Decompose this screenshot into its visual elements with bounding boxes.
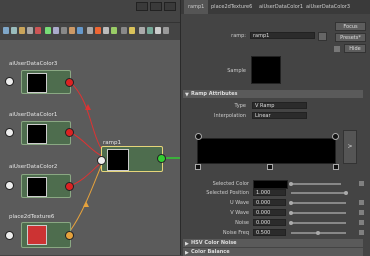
noise-slider[interactable] xyxy=(291,222,346,224)
slider-knob[interactable] xyxy=(316,231,320,235)
sample-swatch xyxy=(251,56,281,84)
attribute-editor: ramp1 place2dTexture6 aiUserDataColor1 a… xyxy=(181,0,370,256)
input-port[interactable] xyxy=(5,77,14,86)
output-port[interactable] xyxy=(65,128,74,137)
ramp-name-label: ramp: xyxy=(231,33,246,39)
map-button-icon[interactable] xyxy=(359,210,364,215)
map-button-icon[interactable] xyxy=(359,181,364,186)
node-label-udc2: aiUserDataColor2 xyxy=(9,164,58,170)
hide-button[interactable]: Hide xyxy=(344,44,366,53)
node-aiuserdatacolor3[interactable] xyxy=(21,70,71,94)
ramp-marker-mid[interactable] xyxy=(267,164,273,170)
node-label-udc3: aiUserDataColor3 xyxy=(9,61,58,67)
type-label: Type xyxy=(234,103,246,109)
node-ramp-swatch-icon xyxy=(107,149,129,171)
tab-ramp1[interactable]: ramp1 xyxy=(184,0,209,14)
noise-label: Noise xyxy=(235,220,249,226)
slider-knob[interactable] xyxy=(289,182,293,186)
v-wave-field[interactable]: 0.000 xyxy=(253,209,286,216)
node-ramp1[interactable] xyxy=(101,146,163,172)
noise-freq-field[interactable]: 0.500 xyxy=(253,229,286,236)
node-editor-panel[interactable]: aiUserDataColor3 aiUserDataColor1 aiUser… xyxy=(0,0,181,255)
noise-freq-label: Noise Freq xyxy=(222,230,249,236)
slider-knob[interactable] xyxy=(289,221,293,225)
slider-knob[interactable] xyxy=(289,201,293,205)
output-port[interactable] xyxy=(65,182,74,191)
ramp-handle-top-left[interactable] xyxy=(195,133,202,140)
output-port[interactable] xyxy=(65,231,74,240)
ramp-gradient[interactable] xyxy=(197,138,336,164)
input-port[interactable] xyxy=(97,156,106,165)
interpolation-dropdown[interactable]: Linear xyxy=(252,112,307,119)
selected-color-slider[interactable] xyxy=(291,183,341,185)
node-texture-icon xyxy=(27,225,47,245)
tab-aiuserdatacolor1[interactable]: aiUserDataColor1 xyxy=(259,0,303,14)
node-aiuserdatacolor2[interactable] xyxy=(21,174,71,198)
tab-aiuserdatacolor3[interactable]: aiUserDataColor3 xyxy=(306,0,350,14)
ramp-name-field[interactable]: ramp1 xyxy=(250,32,315,39)
type-dropdown[interactable]: V Ramp xyxy=(252,102,307,109)
map-button-icon[interactable] xyxy=(359,200,364,205)
collapse-arrow-icon: ▶ xyxy=(185,241,189,247)
output-connection-icon[interactable] xyxy=(318,32,327,41)
output-port[interactable] xyxy=(157,154,166,163)
input-port[interactable] xyxy=(5,128,14,137)
selected-position-field[interactable]: 1.000 xyxy=(253,189,286,196)
interpolation-label: Interpolation xyxy=(214,113,246,119)
u-wave-field[interactable]: 0.000 xyxy=(253,199,286,206)
selected-position-label: Selected Position xyxy=(206,190,249,196)
selected-color-swatch[interactable] xyxy=(253,180,288,189)
sample-label: Sample xyxy=(227,68,246,74)
output-port[interactable] xyxy=(65,78,74,87)
section-ramp-attributes[interactable]: Ramp Attributes xyxy=(183,90,363,98)
node-label-p2d: place2dTexture6 xyxy=(9,214,55,220)
section-hsv-color-noise[interactable]: HSV Color Noise xyxy=(183,239,363,247)
map-button-icon[interactable] xyxy=(359,230,364,235)
v-wave-label: V Wave xyxy=(230,210,249,216)
node-swatch-icon xyxy=(27,177,47,197)
map-button-icon[interactable] xyxy=(359,220,364,225)
noise-field[interactable]: 0.000 xyxy=(253,219,286,226)
node-swatch-icon xyxy=(27,124,47,144)
ramp-handle-top-right[interactable] xyxy=(332,133,339,140)
input-port[interactable] xyxy=(5,181,14,190)
selected-position-slider[interactable] xyxy=(291,192,346,194)
node-aiuserdatacolor1[interactable] xyxy=(21,121,71,145)
u-wave-slider[interactable] xyxy=(291,202,346,204)
slider-knob[interactable] xyxy=(289,211,293,215)
slider-knob[interactable] xyxy=(344,191,348,195)
show-icon[interactable] xyxy=(334,46,340,52)
node-swatch-icon xyxy=(27,73,47,93)
presets-button[interactable]: Presets* xyxy=(335,33,366,42)
ramp-expand-button[interactable]: > xyxy=(343,130,357,164)
input-port[interactable] xyxy=(5,231,14,240)
selected-color-label: Selected Color xyxy=(212,181,249,187)
focus-button[interactable]: Focus xyxy=(335,22,366,31)
expand-arrow-icon: ▼ xyxy=(185,92,189,98)
tab-place2dtexture6[interactable]: place2dTexture6 xyxy=(211,0,252,14)
ramp-marker-right[interactable] xyxy=(333,164,339,170)
u-wave-label: U Wave xyxy=(230,200,249,206)
collapse-arrow-icon: ▶ xyxy=(185,250,189,256)
v-wave-slider[interactable] xyxy=(291,212,346,214)
ramp-marker-left[interactable] xyxy=(195,164,201,170)
node-place2dtexture6[interactable] xyxy=(21,222,71,248)
node-label-udc1: aiUserDataColor1 xyxy=(9,112,58,118)
